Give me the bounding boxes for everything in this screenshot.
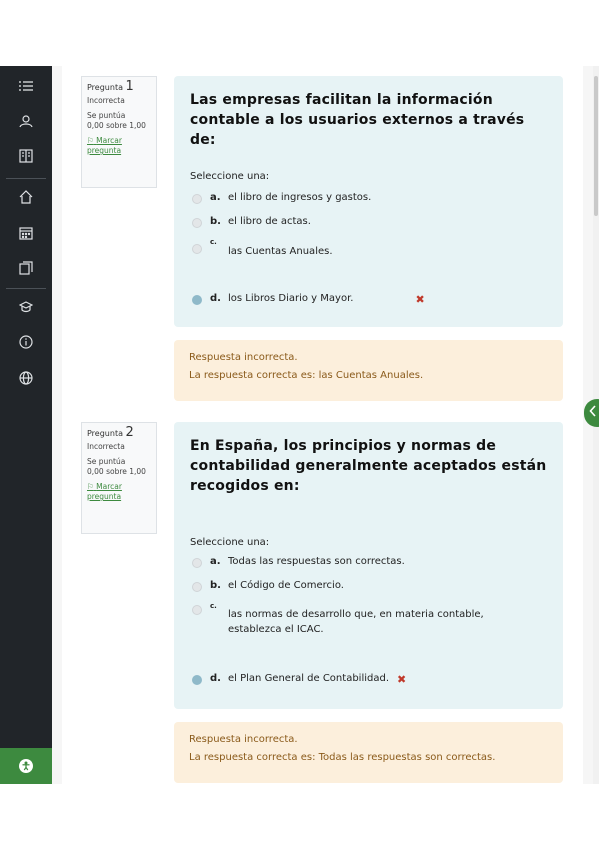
question-number: Pregunta 1: [87, 79, 134, 94]
question-grade: Se puntúa 0,00 sobre 1,00: [87, 111, 146, 130]
info-icon[interactable]: [10, 330, 42, 354]
question-grade: Se puntúa 0,00 sobre 1,00: [87, 457, 146, 476]
incorrect-icon: ✖: [397, 673, 407, 686]
chevron-left-icon: [589, 405, 597, 421]
answer-option-d[interactable]: d. el Plan General de Contabilidad. ✖: [192, 673, 542, 686]
feedback-box-1: Respuesta incorrecta. La respuesta corre…: [174, 340, 563, 401]
question-info-1: Pregunta 1 Incorrecta Se puntúa 0,00 sob…: [81, 76, 157, 188]
calendar-icon[interactable]: [10, 221, 42, 245]
flag-icon: ⚐: [87, 136, 94, 145]
answer-option-b[interactable]: b. el Código de Comercio.: [192, 580, 542, 592]
answer-option-d[interactable]: d. los Libros Diario y Mayor. ✖: [192, 293, 542, 306]
flag-question-link[interactable]: ⚐ Marcar pregunta: [87, 482, 151, 502]
cap-icon[interactable]: [10, 295, 42, 319]
answer-option-c[interactable]: c. las Cuentas Anuales.: [192, 238, 542, 257]
list-icon[interactable]: [10, 74, 42, 98]
question-text: Las empresas facilitan la información co…: [190, 92, 525, 148]
feedback-box-2: Respuesta incorrecta. La respuesta corre…: [174, 722, 563, 783]
home-icon[interactable]: [10, 185, 42, 209]
question-state: Incorrecta: [87, 442, 125, 451]
radio-button[interactable]: [192, 558, 202, 568]
radio-button[interactable]: [192, 295, 202, 305]
question-number: Pregunta 2: [87, 425, 134, 440]
user-graduate-icon[interactable]: [10, 109, 42, 133]
radio-button[interactable]: [192, 194, 202, 204]
book-icon[interactable]: [10, 144, 42, 168]
radio-button[interactable]: [192, 218, 202, 228]
answer-option-a[interactable]: a. el libro de ingresos y gastos.: [192, 192, 542, 204]
sidebar-divider: [6, 178, 46, 179]
question-info-2: Pregunta 2 Incorrecta Se puntúa 0,00 sob…: [81, 422, 157, 534]
answer-option-a[interactable]: a. Todas las respuestas son correctas.: [192, 556, 542, 568]
question-state: Incorrecta: [87, 96, 125, 105]
radio-button[interactable]: [192, 675, 202, 685]
answer-option-b[interactable]: b. el libro de actas.: [192, 216, 542, 228]
answer-prompt: Seleccione una:: [190, 537, 270, 548]
radio-button[interactable]: [192, 582, 202, 592]
radio-button[interactable]: [192, 244, 202, 254]
incorrect-icon: ✖: [415, 293, 425, 306]
question-text: En España, los principios y normas de co…: [190, 438, 547, 494]
feedback-correct-answer: La respuesta correcta es: Todas las resp…: [189, 752, 496, 763]
sidebar-divider: [6, 288, 46, 289]
flag-icon: ⚐: [87, 482, 94, 491]
feedback-result: Respuesta incorrecta.: [189, 352, 298, 363]
answer-prompt: Seleccione una:: [190, 171, 270, 182]
scrollbar-thumb[interactable]: [594, 76, 598, 216]
accessibility-button[interactable]: [0, 748, 52, 784]
feedback-result: Respuesta incorrecta.: [189, 734, 298, 745]
files-icon[interactable]: [10, 256, 42, 280]
screen: Pregunta 1 Incorrecta Se puntúa 0,00 sob…: [0, 66, 599, 784]
globe-icon[interactable]: [10, 366, 42, 390]
answer-option-c[interactable]: c. las normas de desarrollo que, en mate…: [192, 602, 542, 637]
radio-button[interactable]: [192, 605, 202, 615]
flag-question-link[interactable]: ⚐ Marcar pregunta: [87, 136, 151, 156]
drawer-toggle-button[interactable]: [584, 399, 599, 427]
feedback-correct-answer: La respuesta correcta es: las Cuentas An…: [189, 370, 424, 381]
question-box-1: Las empresas facilitan la información co…: [174, 76, 563, 327]
question-box-2: En España, los principios y normas de co…: [174, 422, 563, 709]
sidebar: [0, 66, 52, 784]
accessibility-icon: [19, 759, 33, 773]
